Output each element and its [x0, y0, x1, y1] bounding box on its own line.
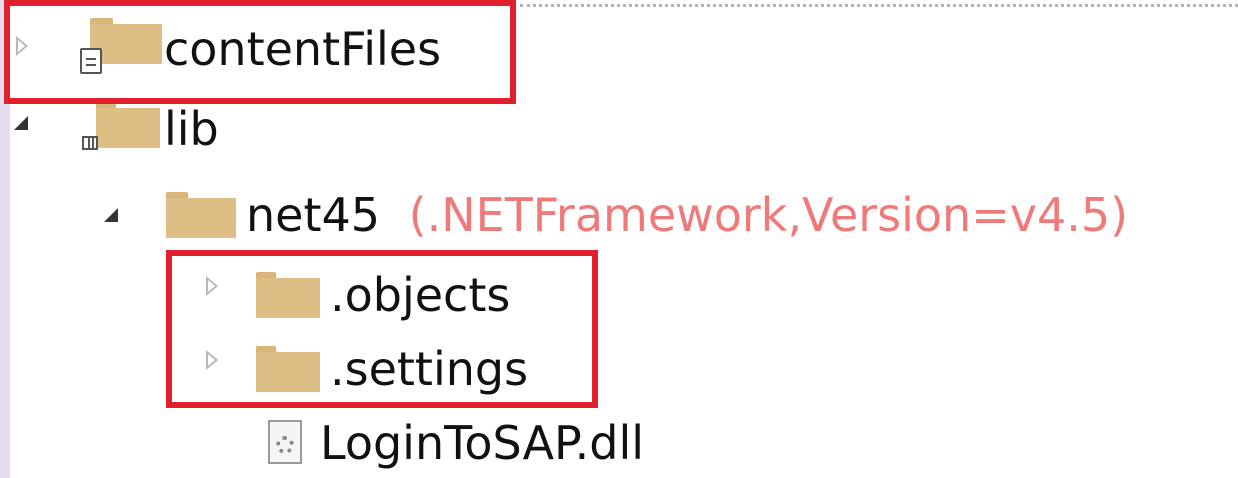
target-framework-label: (.NETFramework,Version=v4.5): [408, 188, 1129, 242]
folder-icon: [96, 102, 160, 148]
tree-item-label: net45 (.NETFramework,Version=v4.5): [246, 192, 1128, 238]
tree-item-net45[interactable]: net45 (.NETFramework,Version=v4.5): [100, 186, 1238, 246]
highlight-box-contentfiles: [4, 0, 516, 104]
collapse-arrow-icon[interactable]: [14, 116, 28, 130]
collapse-arrow-icon[interactable]: [104, 208, 118, 222]
tree-item-label: lib: [164, 102, 219, 156]
selection-focus-border: [520, 4, 1238, 7]
tree-item-logintosap-dll[interactable]: LoginToSAP.dll: [260, 414, 760, 474]
tree-item-label: LoginToSAP.dll: [320, 416, 644, 470]
folder-icon: [166, 192, 236, 238]
highlight-box-objects-settings: [166, 250, 598, 408]
tree-item-lib[interactable]: lib: [12, 102, 312, 162]
folder-name: net45: [246, 188, 381, 242]
library-overlay-icon: [82, 136, 98, 150]
dll-file-icon: [268, 420, 302, 464]
